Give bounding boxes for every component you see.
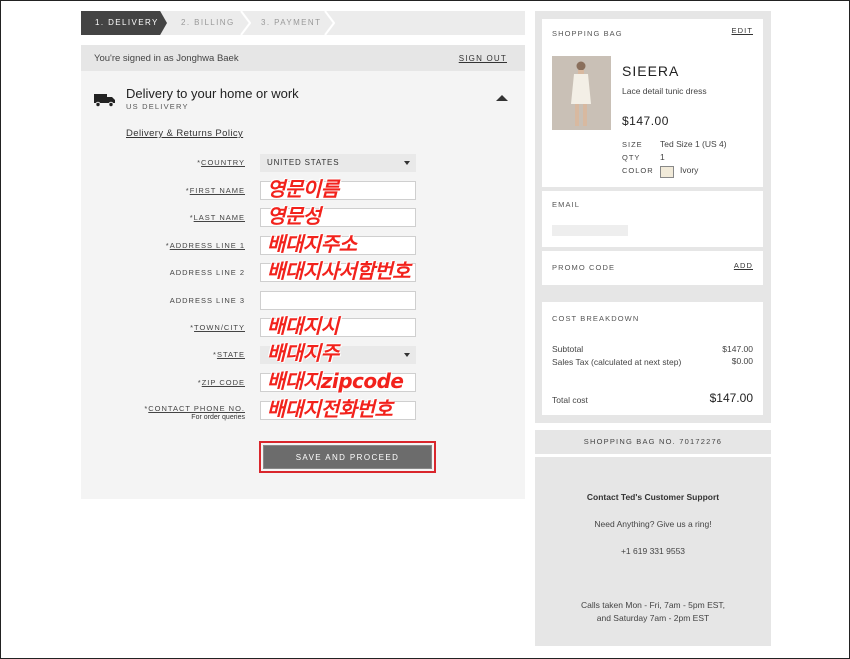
- email-header: EMAIL: [552, 200, 581, 209]
- step-payment[interactable]: 3. PAYMENT: [251, 11, 335, 35]
- promo-header: PROMO CODE: [552, 263, 616, 272]
- product-price: $147.00: [622, 114, 669, 128]
- subtotal-label: Subtotal: [552, 344, 584, 354]
- save-button-highlight: SAVE AND PROCEED: [259, 441, 436, 473]
- annotation-last-name: 영문성: [267, 204, 321, 228]
- first-name-label: *FIRST NAME: [185, 186, 245, 195]
- annotation-address1: 배대지주소: [267, 232, 357, 256]
- shopping-bag-number: SHOPPING BAG NO. 70172276: [535, 430, 771, 454]
- total-row: Total cost $147.00: [552, 391, 753, 405]
- delivery-policy-link[interactable]: Delivery & Returns Policy: [126, 128, 243, 139]
- total-label: Total cost: [552, 395, 588, 405]
- step-billing-label: 2. BILLING: [181, 18, 235, 27]
- chevron-right-icon: [240, 11, 251, 35]
- step-payment-label: 3. PAYMENT: [261, 18, 322, 27]
- city-label: *TOWN/CITY: [190, 323, 245, 332]
- bag-card: SHOPPING BAG EDIT SIEERA Lace detail tun…: [542, 19, 763, 187]
- size-value: Ted Size 1 (US 4): [660, 139, 727, 149]
- save-and-proceed-button[interactable]: SAVE AND PROCEED: [263, 445, 432, 469]
- country-label: *COUNTRY: [197, 158, 245, 167]
- chevron-down-icon: [404, 353, 410, 357]
- address2-label: ADDRESS LINE 2: [169, 268, 245, 277]
- tax-row: Sales Tax (calculated at next step) $0.0…: [552, 356, 753, 368]
- product-description: Lace detail tunic dress: [622, 86, 707, 96]
- subtotal-value: $147.00: [722, 344, 753, 354]
- qty-label: QTY: [622, 153, 641, 162]
- size-label: SIZE: [622, 140, 643, 149]
- promo-card: PROMO CODE ADD: [542, 251, 763, 285]
- phone-sublabel: For order queries: [191, 414, 245, 421]
- step-delivery[interactable]: 1. DELIVERY: [81, 11, 167, 35]
- support-hours-1: Calls taken Mon - Fri, 7am - 5pm EST,: [580, 600, 726, 610]
- email-card: EMAIL: [542, 191, 763, 247]
- support-phone[interactable]: +1 619 331 9553: [535, 546, 771, 556]
- signed-in-text: You're signed in as Jonghwa Baek: [94, 52, 239, 64]
- shopping-bag-panel: SHOPPING BAG EDIT SIEERA Lace detail tun…: [535, 11, 771, 423]
- annotation-first-name: 영문이름: [267, 177, 339, 201]
- delivery-title: Delivery to your home or work: [126, 86, 299, 101]
- tax-label: Sales Tax (calculated at next step): [552, 357, 682, 367]
- subtotal-row: Subtotal $147.00: [552, 344, 753, 354]
- promo-add-link[interactable]: ADD: [734, 261, 753, 270]
- total-value: $147.00: [709, 391, 753, 405]
- form-row-address3: ADDRESS LINE 3: [81, 291, 525, 311]
- delivery-subtitle: US DELIVERY: [126, 102, 189, 111]
- cost-header: COST BREAKDOWN: [552, 314, 640, 323]
- support-panel: Contact Ted's Customer Support Need Anyt…: [535, 457, 771, 646]
- sign-out-link[interactable]: SIGN OUT: [459, 54, 507, 63]
- support-hours-2: and Saturday 7am - 2pm EST: [596, 613, 710, 623]
- checkout-steps: 1. DELIVERY 2. BILLING 3. PAYMENT: [81, 11, 525, 35]
- annotation-zip: 배대지zipcode: [267, 369, 404, 393]
- color-swatch: [660, 166, 674, 178]
- annotation-phone: 배대지전화번호: [267, 397, 393, 421]
- bag-header: SHOPPING BAG: [552, 29, 623, 38]
- step-billing[interactable]: 2. BILLING: [167, 11, 251, 35]
- dress-image: [552, 56, 611, 130]
- annotation-address2: 배대지사서함번호: [267, 259, 411, 283]
- country-select[interactable]: UNITED STATES: [260, 154, 416, 172]
- address3-input[interactable]: [260, 291, 416, 310]
- color-label: COLOR: [622, 166, 654, 175]
- delivery-panel: Delivery to your home or work US DELIVER…: [81, 71, 525, 499]
- chevron-right-icon: [324, 11, 335, 35]
- product-name[interactable]: SIEERA: [622, 63, 679, 79]
- annotation-city: 배대지시: [267, 314, 339, 338]
- signed-in-bar: You're signed in as Jonghwa Baek SIGN OU…: [81, 45, 525, 71]
- color-value: Ivory: [680, 165, 699, 175]
- cost-card: COST BREAKDOWN Subtotal $147.00 Sales Ta…: [542, 302, 763, 415]
- collapse-caret-icon[interactable]: [496, 95, 508, 101]
- tax-value: $0.00: [731, 356, 753, 366]
- address1-label: *ADDRESS LINE 1: [165, 241, 245, 250]
- support-title: Contact Ted's Customer Support: [586, 492, 720, 502]
- state-label: *STATE: [213, 350, 245, 359]
- email-value-blurred: [552, 225, 628, 236]
- phone-label: *CONTACT PHONE NO.: [144, 404, 245, 413]
- last-name-label: *LAST NAME: [189, 213, 245, 222]
- chevron-down-icon: [404, 161, 410, 165]
- annotation-state: 배대지주: [267, 341, 339, 365]
- form-row-country: *COUNTRY UNITED STATES: [81, 153, 525, 173]
- address3-label: ADDRESS LINE 3: [169, 296, 245, 305]
- product-image[interactable]: [552, 56, 611, 130]
- bag-edit-link[interactable]: EDIT: [732, 26, 753, 35]
- zip-label: *ZIP CODE: [197, 378, 245, 387]
- qty-value: 1: [660, 152, 665, 162]
- truck-icon: [94, 94, 115, 107]
- support-line: Need Anything? Give us a ring!: [594, 519, 712, 529]
